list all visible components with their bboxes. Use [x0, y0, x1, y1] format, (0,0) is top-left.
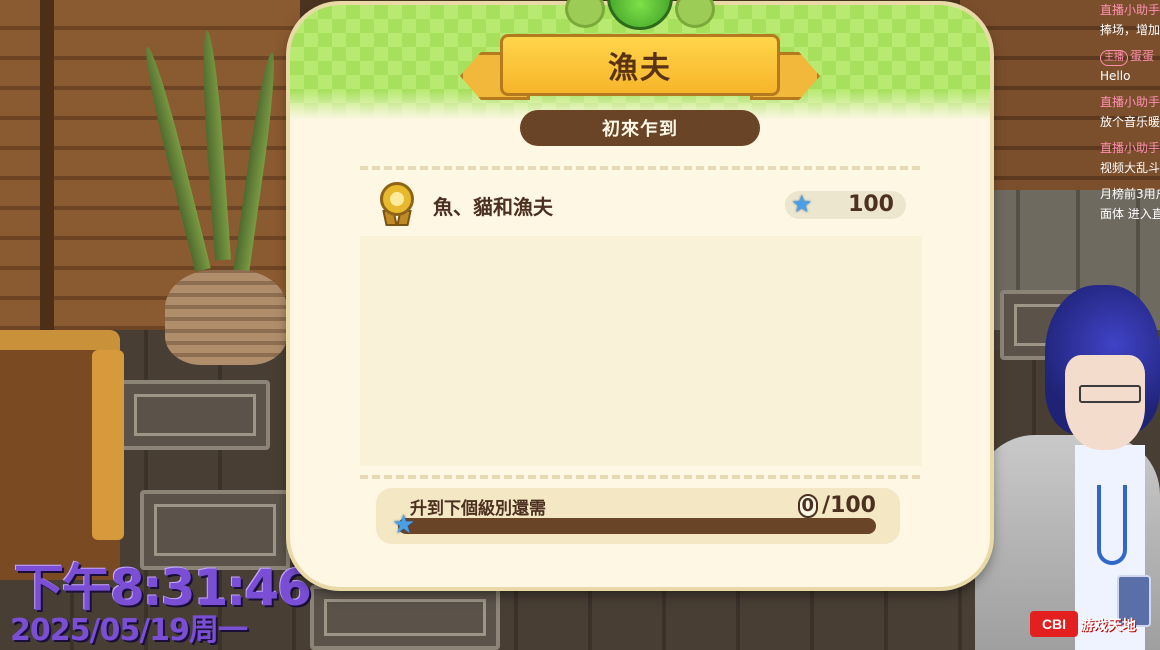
progress-bar [398, 518, 876, 534]
floor-tile [140, 490, 290, 570]
stream-chat: 直播小助手 捧场，增加 主播 蛋蛋 Hello 直播小助手 放个音乐暖 直播小助手… [1100, 0, 1160, 250]
reward-pill: ★ 100 [785, 191, 906, 219]
chat-sender: 直播小助手 [1100, 3, 1160, 17]
floor-tile [310, 585, 500, 650]
dialog-title: 漁夫 [608, 51, 672, 86]
watermark-logo: CBI [1030, 611, 1078, 637]
task-row[interactable]: 魚、貓和漁夫 ★ 100 [378, 180, 908, 230]
progress-current: 0 [797, 493, 819, 518]
watermark-text: 游戏天地 [1080, 618, 1136, 634]
progress-count: 0 /100 [797, 493, 876, 518]
table-leg [92, 350, 124, 540]
medal-icon [378, 182, 416, 228]
chat-sender-row: 主播 蛋蛋 [1100, 46, 1160, 66]
site-watermark: CBI 游戏天地 [1030, 605, 1145, 641]
chat-text: Hello [1100, 69, 1131, 83]
task-name: 魚、貓和漁夫 [433, 195, 553, 219]
chat-message: 主播 蛋蛋 Hello [1100, 46, 1160, 86]
chat-message: 直播小助手 放个音乐暖 [1100, 92, 1160, 132]
chat-message: 直播小助手 视频大乱斗 [1100, 138, 1160, 178]
chat-sender: 直播小助手 [1100, 141, 1160, 155]
chat-text: 放个音乐暖 [1100, 115, 1160, 129]
title-ribbon: 漁夫 [460, 30, 820, 106]
host-badge: 主播 [1100, 50, 1128, 66]
laurel-right-icon [675, 0, 715, 28]
chat-text: 视频大乱斗 [1100, 161, 1160, 175]
floor-tile [120, 380, 270, 450]
avatar-lanyard [1097, 485, 1127, 565]
rank-label: 初來乍到 [602, 119, 678, 140]
chat-text: 捧场，增加 [1100, 23, 1160, 37]
progress-label: 升到下個級別還需 [410, 499, 546, 519]
avatar-glasses [1079, 385, 1141, 403]
progress-total: /100 [822, 493, 876, 518]
reward-value: 100 [848, 192, 894, 217]
chat-sender: 蛋蛋 [1130, 49, 1155, 63]
level-progress-panel: 升到下個級別還需 0 /100 ★ [376, 488, 900, 544]
task-list-empty-area [360, 236, 922, 466]
streamer-avatar [975, 285, 1160, 650]
chat-sender: 直播小助手 [1100, 95, 1160, 109]
divider-top [360, 166, 920, 170]
laurel-left-icon [565, 0, 605, 28]
divider-bottom [360, 475, 920, 479]
star-icon: ★ [791, 190, 813, 218]
chat-message: 直播小助手 捧场，增加 [1100, 0, 1160, 40]
chat-text: 面体 进入直 [1100, 207, 1160, 221]
clock-time: 下午8:31:46 [14, 559, 312, 617]
star-icon: ★ [392, 510, 416, 540]
emblem-core [607, 0, 673, 30]
chat-message: 月榜前3用户 面体 进入直 [1100, 184, 1160, 224]
ribbon-band: 漁夫 [500, 34, 780, 96]
clock-date: 2025/05/19周一 [10, 613, 248, 648]
medal-ring [380, 182, 414, 216]
plant-pot [165, 270, 287, 365]
rank-badge: 初來乍到 [520, 110, 760, 146]
chat-text: 月榜前3用户 [1100, 187, 1160, 201]
